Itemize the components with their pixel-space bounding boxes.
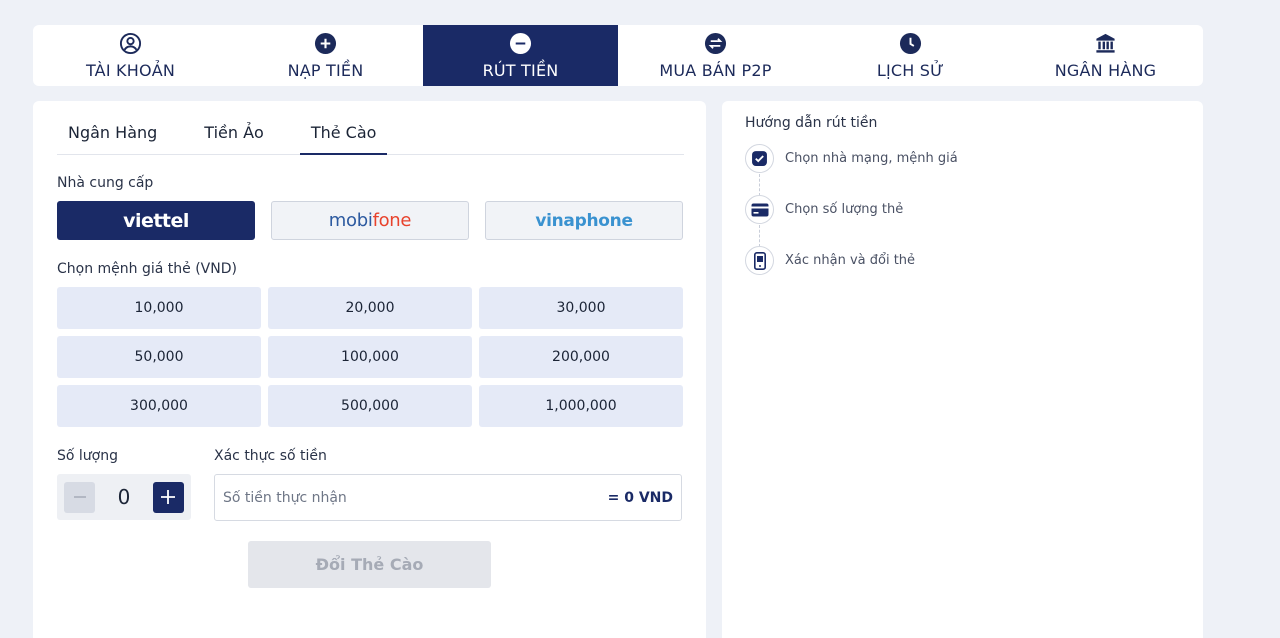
received-amount-sum: = 0 VND [607, 489, 673, 506]
denomination-option[interactable]: 30,000 [479, 287, 683, 329]
guide-title: Hướng dẫn rút tiền [745, 115, 878, 131]
guide-step-3-label: Xác nhận và đổi thẻ [785, 253, 916, 268]
mobifone-logo-part1: mobi [328, 210, 373, 231]
minus-circle-icon [509, 31, 533, 55]
exchange-card-button[interactable]: Đổi Thẻ Cào [248, 541, 491, 588]
tab-p2p[interactable]: MUA BÁN P2P [618, 25, 813, 86]
mobifone-logo-part2: fone [372, 210, 412, 231]
tab-account[interactable]: TÀI KHOẢN [33, 25, 228, 86]
plus-circle-icon [314, 31, 338, 55]
denomination-option[interactable]: 10,000 [57, 287, 261, 329]
quantity-increase-button[interactable] [152, 481, 184, 513]
quantity-decrease-button[interactable] [64, 481, 95, 513]
denomination-grid: 10,000 20,000 30,000 50,000 100,000 200,… [57, 287, 683, 427]
step-connector [759, 225, 760, 247]
verify-amount-label: Xác thực số tiền [214, 448, 327, 464]
quantity-label: Số lượng [57, 448, 118, 464]
guide-step-3: Xác nhận và đổi thẻ [745, 246, 915, 275]
denomination-option[interactable]: 300,000 [57, 385, 261, 427]
tab-history-label: LỊCH SỬ [876, 61, 945, 80]
guide-step-2: Chọn số lượng thẻ [745, 195, 903, 224]
quantity-value: 0 [117, 485, 131, 509]
tab-bank[interactable]: NGÂN HÀNG [1008, 25, 1203, 86]
withdraw-method-tabs: Ngân Hàng Tiền Ảo Thẻ Cào [57, 119, 684, 155]
denomination-option[interactable]: 200,000 [479, 336, 683, 378]
denomination-option[interactable]: 20,000 [268, 287, 472, 329]
exchange-icon [704, 31, 728, 55]
phone-icon [745, 246, 774, 275]
withdraw-panel: Ngân Hàng Tiền Ảo Thẻ Cào Nhà cung cấp v… [33, 101, 706, 638]
account-icon [119, 31, 143, 55]
checkbox-icon [745, 144, 774, 173]
subtab-scratch-card[interactable]: Thẻ Cào [299, 119, 388, 155]
viettel-logo: viettel [123, 209, 189, 232]
vinaphone-logo: vinaphone [535, 210, 633, 231]
provider-mobifone[interactable]: mobifone [271, 201, 469, 240]
quantity-stepper: 0 [57, 474, 191, 520]
denomination-option[interactable]: 100,000 [268, 336, 472, 378]
tab-deposit-label: NẠP TIỀN [287, 61, 364, 80]
tab-p2p-label: MUA BÁN P2P [659, 61, 772, 80]
provider-viettel[interactable]: viettel [57, 201, 255, 240]
guide-step-2-label: Chọn số lượng thẻ [785, 202, 904, 217]
denomination-option[interactable]: 500,000 [268, 385, 472, 427]
verify-amount-field: = 0 VND [214, 474, 682, 521]
denomination-option[interactable]: 1,000,000 [479, 385, 683, 427]
mobifone-logo: mobifone [328, 210, 412, 231]
tab-withdraw-label: RÚT TIỀN [482, 61, 559, 80]
provider-vinaphone[interactable]: vinaphone [485, 201, 683, 240]
tab-deposit[interactable]: NẠP TIỀN [228, 25, 423, 86]
denomination-option[interactable]: 50,000 [57, 336, 261, 378]
provider-label: Nhà cung cấp [57, 175, 154, 191]
tab-history[interactable]: LỊCH SỬ [813, 25, 1008, 86]
clock-icon [899, 31, 923, 55]
received-amount-input[interactable] [223, 489, 523, 506]
tab-account-label: TÀI KHOẢN [85, 61, 176, 80]
guide-panel: Hướng dẫn rút tiền Chọn nhà mạng, mệnh g… [722, 101, 1203, 638]
card-icon [745, 195, 774, 224]
main-nav: TÀI KHOẢN NẠP TIỀN RÚT TIỀN MUA BÁN P2P … [33, 25, 1203, 86]
subtab-crypto[interactable]: Tiền Ảo [193, 119, 275, 155]
subtab-bank[interactable]: Ngân Hàng [57, 119, 168, 155]
tab-bank-label: NGÂN HÀNG [1054, 61, 1157, 80]
guide-step-1: Chọn nhà mạng, mệnh giá [745, 144, 958, 173]
guide-step-1-label: Chọn nhà mạng, mệnh giá [785, 151, 958, 166]
minus-icon [73, 496, 86, 498]
provider-list: viettel mobifone vinaphone [57, 201, 683, 240]
bank-icon [1094, 31, 1118, 55]
tab-withdraw[interactable]: RÚT TIỀN [423, 25, 618, 86]
plus-icon [161, 490, 176, 504]
step-connector [759, 174, 760, 196]
denomination-label: Chọn mệnh giá thẻ (VND) [57, 261, 237, 277]
